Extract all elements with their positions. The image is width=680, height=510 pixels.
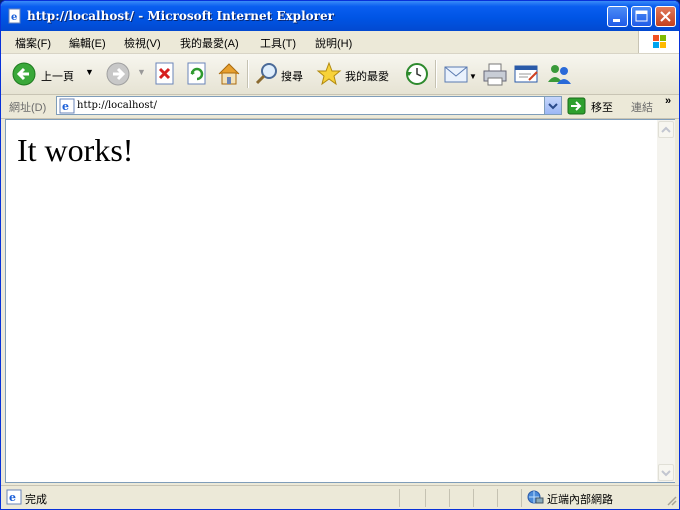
status-pane	[425, 489, 450, 507]
stop-icon	[153, 62, 177, 91]
stop-button[interactable]	[153, 60, 177, 88]
ie-page-icon: e	[59, 98, 75, 117]
go-arrow-icon	[567, 97, 587, 118]
resize-grip-icon[interactable]	[665, 494, 677, 509]
svg-text:e: e	[9, 491, 16, 504]
mail-envelope-icon: ▼	[443, 66, 477, 91]
messenger-people-icon	[545, 65, 573, 91]
messenger-button[interactable]	[545, 60, 573, 88]
home-button[interactable]	[215, 60, 243, 88]
chevron-up-icon	[659, 126, 673, 140]
status-bar: e 完成 近端內部網路	[1, 485, 679, 509]
menu-bar: 檔案(F) 編輯(E) 檢視(V) 我的最愛(A) 工具(T) 說明(H)	[1, 31, 679, 54]
search-label: 搜尋	[281, 71, 303, 83]
go-button[interactable]: 移至	[567, 97, 619, 115]
favorites-button[interactable]: 我的最愛	[315, 60, 397, 88]
mail-button[interactable]: ▼	[443, 60, 477, 88]
status-pane	[449, 489, 474, 507]
refresh-button[interactable]	[185, 60, 209, 88]
menu-view[interactable]: 檢視(V)	[124, 35, 161, 51]
status-pane	[473, 489, 498, 507]
page-content: It works!	[5, 119, 657, 483]
search-magnifier-icon	[253, 63, 281, 91]
windows-logo-icon	[638, 31, 679, 53]
history-clock-icon	[403, 63, 431, 91]
address-label: 網址(D)	[9, 102, 47, 114]
menu-tools[interactable]: 工具(T)	[260, 35, 296, 51]
close-button[interactable]	[655, 6, 676, 27]
back-dropdown-icon[interactable]: ▼	[85, 67, 94, 77]
ie-document-icon: e	[7, 8, 23, 24]
back-label: 上一頁	[41, 71, 74, 83]
page-heading: It works!	[17, 132, 134, 168]
printer-icon	[481, 63, 509, 91]
svg-text:e: e	[11, 12, 17, 23]
print-button[interactable]	[481, 60, 509, 88]
favorites-star-icon	[315, 61, 343, 91]
scroll-up-button[interactable]	[658, 121, 674, 138]
browser-window: e http://localhost/ - Microsoft Internet…	[0, 0, 680, 510]
back-arrow-icon	[11, 62, 39, 91]
menu-favorites[interactable]: 我的最愛(A)	[180, 35, 239, 51]
edit-button[interactable]	[513, 60, 541, 88]
edit-page-icon	[513, 65, 541, 91]
menu-file[interactable]: 檔案(F)	[15, 35, 51, 51]
forward-arrow-icon	[105, 62, 133, 91]
favorites-label: 我的最愛	[345, 71, 389, 83]
intranet-globe-icon	[526, 489, 544, 508]
menu-edit[interactable]: 編輯(E)	[69, 35, 106, 51]
security-zone-label: 近端內部網路	[547, 494, 613, 506]
window-title: http://localhost/ - Microsoft Internet E…	[27, 9, 334, 23]
links-toolbar-label[interactable]: 連結	[631, 99, 653, 115]
status-pane	[399, 489, 426, 507]
svg-text:▼: ▼	[469, 72, 477, 81]
address-field[interactable]: e http://localhost/	[56, 96, 562, 115]
refresh-icon	[185, 62, 209, 91]
toolbar-separator	[247, 60, 249, 88]
back-button[interactable]: 上一頁 ▼	[11, 60, 99, 88]
status-text: 完成	[25, 494, 47, 506]
forward-button[interactable]: ▼	[105, 60, 146, 91]
title-bar[interactable]: e http://localhost/ - Microsoft Internet…	[1, 1, 679, 31]
address-bar: 網址(D) e http://localhost/ 移至 連結 »	[1, 95, 679, 119]
maximize-button[interactable]	[631, 6, 652, 27]
menu-help[interactable]: 說明(H)	[315, 35, 352, 51]
home-icon	[215, 63, 243, 91]
minimize-button[interactable]	[607, 6, 628, 27]
chevron-right-icon[interactable]: »	[665, 95, 671, 107]
toolbar-separator	[435, 60, 437, 88]
vertical-scrollbar[interactable]	[657, 119, 675, 483]
forward-dropdown-icon[interactable]: ▼	[137, 67, 146, 77]
history-button[interactable]	[403, 60, 431, 88]
chevron-down-icon	[659, 470, 673, 483]
search-button[interactable]: 搜尋	[253, 60, 309, 88]
standard-toolbar: 上一頁 ▼ ▼ 搜尋 我的最愛 ▼	[1, 54, 679, 95]
svg-text:e: e	[62, 100, 69, 113]
address-dropdown-button[interactable]	[544, 97, 561, 114]
status-pane	[497, 489, 522, 507]
scroll-down-button[interactable]	[658, 464, 674, 481]
address-input[interactable]: http://localhost/	[77, 100, 157, 111]
go-label: 移至	[591, 102, 613, 114]
chevron-down-icon	[545, 103, 561, 117]
ie-page-icon: e	[6, 489, 22, 508]
